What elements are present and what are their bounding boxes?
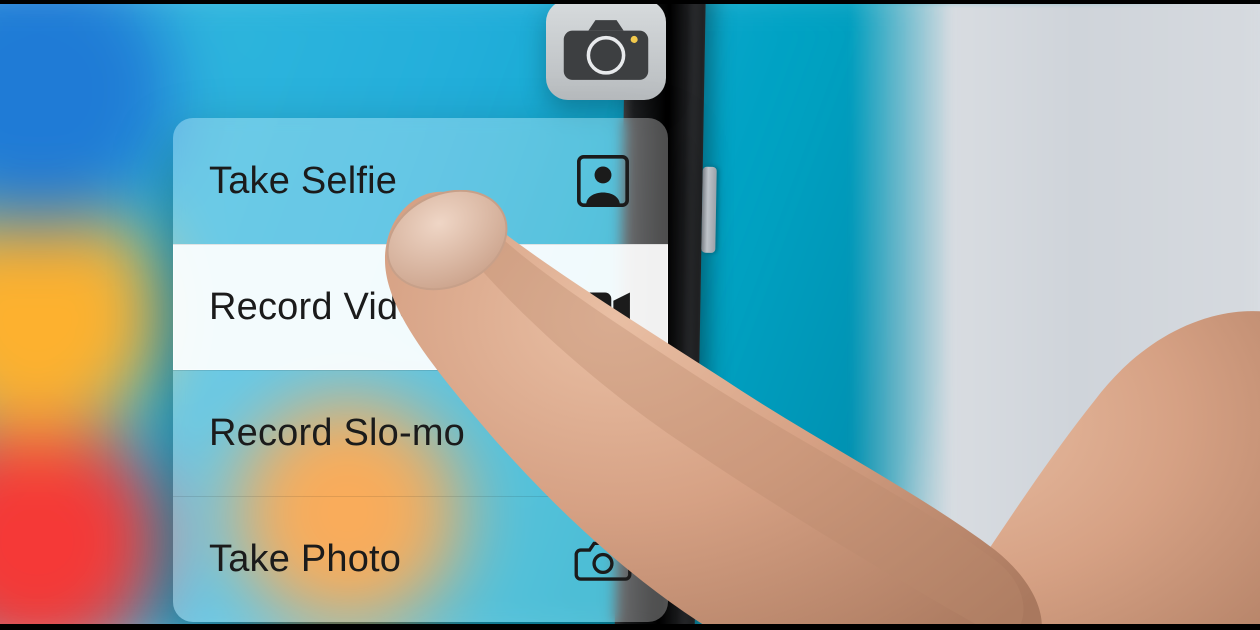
menu-item-label: Take Selfie xyxy=(209,160,397,203)
slomo-icon xyxy=(574,404,632,462)
menu-item-label: Record Slo-mo xyxy=(209,412,465,455)
frame-bar-top xyxy=(0,0,1260,4)
video-icon xyxy=(574,278,632,336)
selfie-icon xyxy=(574,152,632,210)
menu-item-record-video[interactable]: Record Video xyxy=(173,244,668,370)
camera-icon xyxy=(562,17,650,83)
background-right-gradient xyxy=(850,0,1260,630)
menu-item-take-photo[interactable]: Take Photo xyxy=(173,496,668,622)
menu-item-label: Record Video xyxy=(209,286,441,329)
camera-app-icon[interactable] xyxy=(546,0,666,100)
camera-quick-actions-menu: Take Selfie Record Video Record Slo-mo xyxy=(173,118,668,622)
camera-outline-icon xyxy=(574,530,632,588)
menu-item-take-selfie[interactable]: Take Selfie xyxy=(173,118,668,244)
frame-bar-bottom xyxy=(0,624,1260,630)
menu-item-record-slomo[interactable]: Record Slo-mo xyxy=(173,370,668,496)
menu-item-label: Take Photo xyxy=(209,538,401,581)
